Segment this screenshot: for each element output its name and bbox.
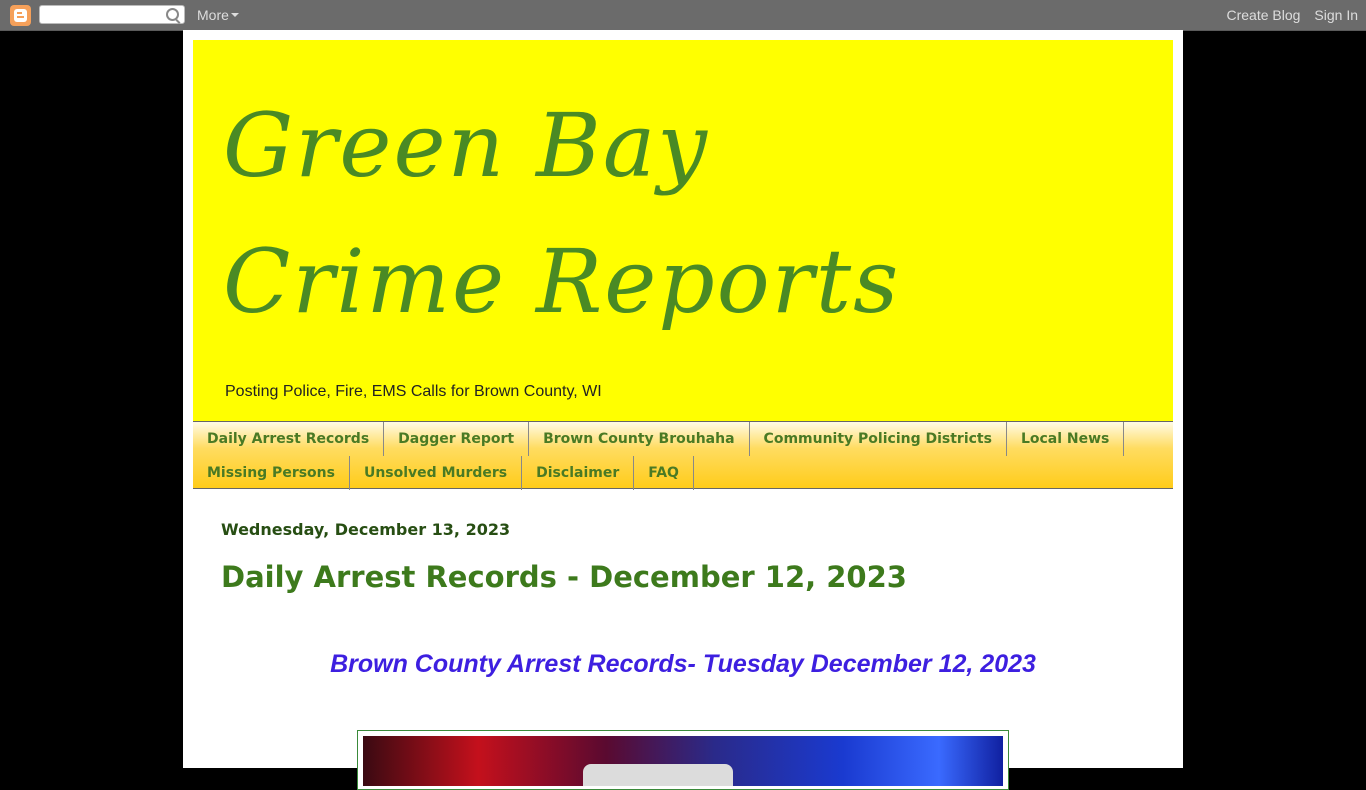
tab-brown-county-brouhaha[interactable]: Brown County Brouhaha [529, 422, 750, 456]
tab-disclaimer[interactable]: Disclaimer [522, 456, 635, 490]
police-lights-image[interactable] [363, 736, 1003, 786]
blogger-logo-icon[interactable] [10, 5, 31, 26]
navbar-search-input[interactable] [44, 7, 168, 24]
post-title[interactable]: Daily Arrest Records - December 12, 2023 [221, 560, 907, 594]
more-menu-button[interactable]: More [197, 7, 239, 23]
tab-missing-persons[interactable]: Missing Persons [193, 456, 350, 490]
post-date-header: Wednesday, December 13, 2023 [221, 520, 511, 539]
tab-community-policing-districts[interactable]: Community Policing Districts [750, 422, 1007, 456]
create-blog-link[interactable]: Create Blog [1226, 7, 1300, 23]
tab-faq[interactable]: FAQ [634, 456, 694, 490]
tab-unsolved-murders[interactable]: Unsolved Murders [350, 456, 523, 490]
post-image-frame [357, 730, 1009, 790]
tab-daily-arrest-records[interactable]: Daily Arrest Records [193, 422, 385, 456]
page-tabs: Daily Arrest Records Dagger Report Brown… [193, 421, 1173, 490]
blog-description: Posting Police, Fire, EMS Calls for Brow… [225, 383, 602, 400]
search-icon[interactable] [166, 8, 179, 21]
blogger-navbar: More Create Blog Sign In [0, 0, 1366, 31]
tab-dagger-report[interactable]: Dagger Report [384, 422, 530, 456]
caret-down-icon [230, 13, 239, 17]
navbar-search-box[interactable] [39, 5, 185, 24]
tab-row-2: Missing Persons Unsolved Murders Disclai… [193, 456, 1173, 490]
tab-local-news[interactable]: Local News [1007, 422, 1125, 456]
blog-content-column: Green Bay Crime Reports Posting Police, … [183, 30, 1183, 790]
post-subtitle: Brown County Arrest Records- Tuesday Dec… [330, 650, 1036, 678]
blog-title[interactable]: Green Bay Crime Reports [223, 78, 943, 350]
navbar-account-links: Create Blog Sign In [1212, 7, 1358, 23]
more-label: More [197, 7, 229, 23]
tab-row-1: Daily Arrest Records Dagger Report Brown… [193, 422, 1173, 456]
sign-in-link[interactable]: Sign In [1314, 7, 1358, 23]
blog-header: Green Bay Crime Reports Posting Police, … [193, 40, 1173, 421]
